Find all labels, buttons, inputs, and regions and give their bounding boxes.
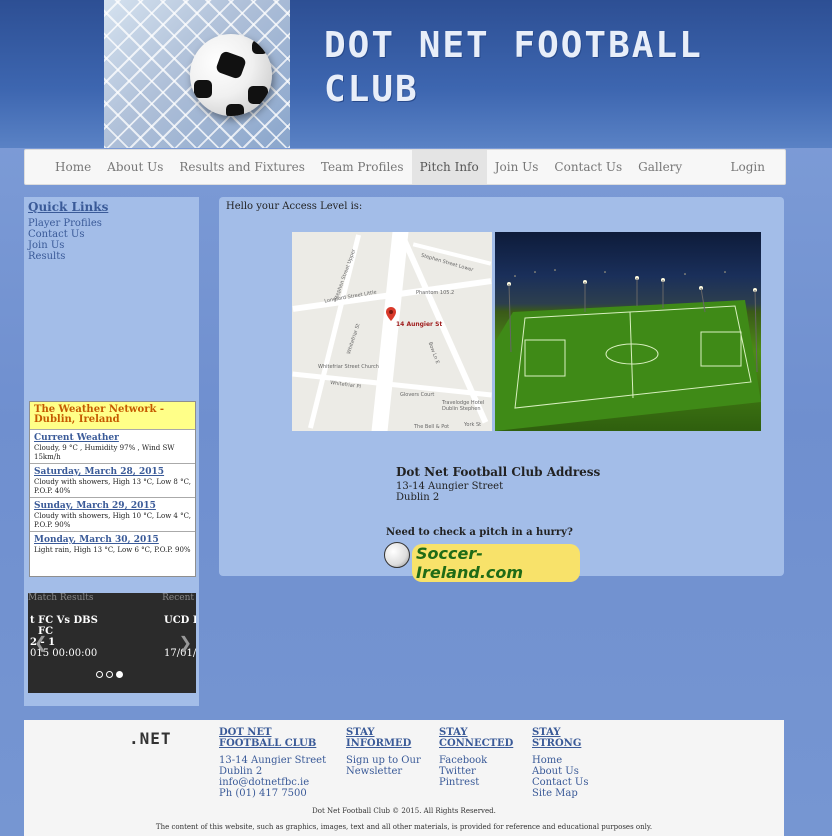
nav-results-and-fixtures[interactable]: Results and Fixtures [171, 150, 313, 184]
map-street-label: Glovers Court [400, 392, 435, 398]
carousel-left-header: Match Results [28, 593, 94, 603]
footer-column-connected: STAY CONNECTED Facebook Twitter Pintrest [439, 727, 513, 788]
footer-disclaimer: The content of this website, such as gra… [155, 823, 653, 831]
footer-newsletter-link[interactable]: Sign up to Our [346, 755, 421, 766]
footer-column-club: DOT NET FOOTBALL CLUB 13-14 Aungier Stre… [219, 727, 326, 799]
carousel-dot-active[interactable] [116, 671, 123, 678]
weather-item: Current Weather Cloudy, 9 °C , Humidity … [30, 430, 195, 464]
footer-email-link[interactable]: info@dotnetfbc.ie [219, 777, 326, 788]
map-street-label: The Bell & Pot [414, 424, 450, 430]
footer-column-informed: STAY INFORMED Sign up to Our Newsletter [346, 727, 421, 777]
nav-join-us[interactable]: Join Us [487, 150, 547, 184]
map-street-label: Whitefriar St [346, 323, 362, 355]
soccer-ireland-logo-text: Soccer-Ireland.com [412, 544, 580, 582]
map-street-label: Whitefriar Street Church [318, 364, 379, 370]
sidebar: Quick Links Player Profiles Contact Us J… [24, 197, 199, 706]
nav-contact-us[interactable]: Contact Us [546, 150, 630, 184]
match-results-carousel: Match Results Recent t FC Vs DBS FC 2 - … [28, 593, 196, 693]
carousel-right-header: Recent [162, 593, 194, 603]
weather-description: Cloudy, 9 °C , Humidity 97% , Wind SW 15… [34, 444, 175, 461]
football-icon [384, 542, 410, 568]
map-street-label: Travelodge Hotel Dublin Stephen [442, 400, 485, 412]
footer-copyright: Dot Net Football Club © 2015. All Rights… [312, 807, 496, 815]
weather-item: Sunday, March 29, 2015 Cloudy with showe… [30, 498, 195, 532]
map-pin-label: 14 Aungier St [396, 321, 443, 328]
carousel-dot[interactable] [96, 671, 103, 678]
site-footer: .NET DOT NET FOOTBALL CLUB 13-14 Aungier… [24, 720, 784, 836]
site-header: DOT NET FOOTBALL CLUB [0, 0, 832, 148]
footer-column-heading: STAY INFORMED [346, 727, 412, 749]
main-content: Hello your Access Level is: Stephen Stre… [219, 197, 784, 582]
address-line: 13-14 Aungier Street [396, 481, 504, 492]
map-pin-icon [386, 307, 396, 321]
map-street-label: Bow Ln E [426, 341, 441, 365]
carousel-prev-icon[interactable]: ❮ [34, 633, 47, 652]
weather-widget-title[interactable]: The Weather Network - Dublin, Ireland [30, 402, 195, 430]
address-title: Dot Net Football Club Address [396, 465, 601, 479]
footer-sitemap-link[interactable]: Site Map [532, 788, 588, 799]
weather-day-link[interactable]: Monday, March 30, 2015 [34, 534, 191, 546]
weather-day-link[interactable]: Saturday, March 28, 2015 [34, 466, 191, 478]
quick-link-results[interactable]: Results [28, 251, 102, 262]
weather-description: Cloudy with showers, High 10 °C, Low 4 °… [34, 512, 191, 529]
footer-address-line: 13-14 Aungier Street [219, 755, 327, 766]
footer-pintrest-link[interactable]: Pintrest [439, 777, 513, 788]
map-street-label: Phantom 105.2 [416, 290, 455, 296]
footer-phone: Ph (01) 417 7500 [219, 788, 307, 799]
footer-newsletter-link[interactable]: Newsletter [346, 766, 421, 777]
map-street-label: York St [464, 422, 482, 428]
access-level-greeting: Hello your Access Level is: [226, 201, 363, 212]
nav-team-profiles[interactable]: Team Profiles [313, 150, 412, 184]
address-line: Dublin 2 [396, 492, 440, 503]
footer-home-link[interactable]: Home [532, 755, 588, 766]
quick-links-title: Quick Links [28, 200, 109, 214]
footer-column-heading: STAY CONNECTED [439, 727, 514, 749]
hero-football-net-image [104, 0, 290, 148]
footer-about-link[interactable]: About Us [532, 766, 588, 777]
site-title: DOT NET FOOTBALL CLUB [324, 25, 703, 110]
footer-column-strong: STAY STRONG Home About Us Contact Us Sit… [532, 727, 588, 799]
football-icon [190, 34, 272, 116]
footer-column-heading: STAY STRONG [532, 727, 582, 749]
footer-facebook-link[interactable]: Facebook [439, 755, 513, 766]
quick-link-contact-us[interactable]: Contact Us [28, 229, 102, 240]
pitch-question: Need to check a pitch in a hurry? [386, 527, 573, 538]
quick-link-player-profiles[interactable]: Player Profiles [28, 218, 102, 229]
carousel-header: Match Results Recent [28, 593, 196, 607]
weather-widget: The Weather Network - Dublin, Ireland Cu… [29, 401, 196, 577]
quick-links-list: Player Profiles Contact Us Join Us Resul… [28, 218, 102, 262]
weather-day-link[interactable]: Sunday, March 29, 2015 [34, 500, 191, 512]
weather-description: Light rain, High 13 °C, Low 6 °C, P.O.P.… [34, 546, 191, 554]
weather-day-link[interactable]: Current Weather [34, 432, 191, 444]
weather-description: Cloudy with showers, High 13 °C, Low 8 °… [34, 478, 191, 495]
carousel-next-icon[interactable]: ❯ [179, 633, 192, 652]
nav-pitch-info[interactable]: Pitch Info [411, 150, 487, 184]
weather-item: Monday, March 30, 2015 Light rain, High … [30, 532, 195, 566]
footer-logo: .NET [129, 729, 172, 748]
pitch-photo [495, 232, 761, 431]
carousel-dot[interactable] [106, 671, 113, 678]
weather-item: Saturday, March 28, 2015 Cloudy with sho… [30, 464, 195, 498]
nav-home[interactable]: Home [47, 150, 99, 184]
footer-twitter-link[interactable]: Twitter [439, 766, 513, 777]
login-link[interactable]: Login [723, 150, 773, 184]
main-navigation: Home About Us Results and Fixtures Team … [24, 149, 786, 185]
soccer-ireland-link[interactable]: Soccer-Ireland.com [384, 541, 580, 582]
nav-gallery[interactable]: Gallery [630, 150, 690, 184]
location-map[interactable]: Stephen Street Upper Stephen Street Lowe… [292, 232, 492, 431]
footer-column-heading: DOT NET FOOTBALL CLUB [219, 727, 317, 749]
quick-link-join-us[interactable]: Join Us [28, 240, 102, 251]
carousel-dots [96, 671, 123, 678]
footer-address-line: Dublin 2 [219, 766, 263, 777]
nav-about-us[interactable]: About Us [99, 150, 171, 184]
footer-contact-link[interactable]: Contact Us [532, 777, 588, 788]
